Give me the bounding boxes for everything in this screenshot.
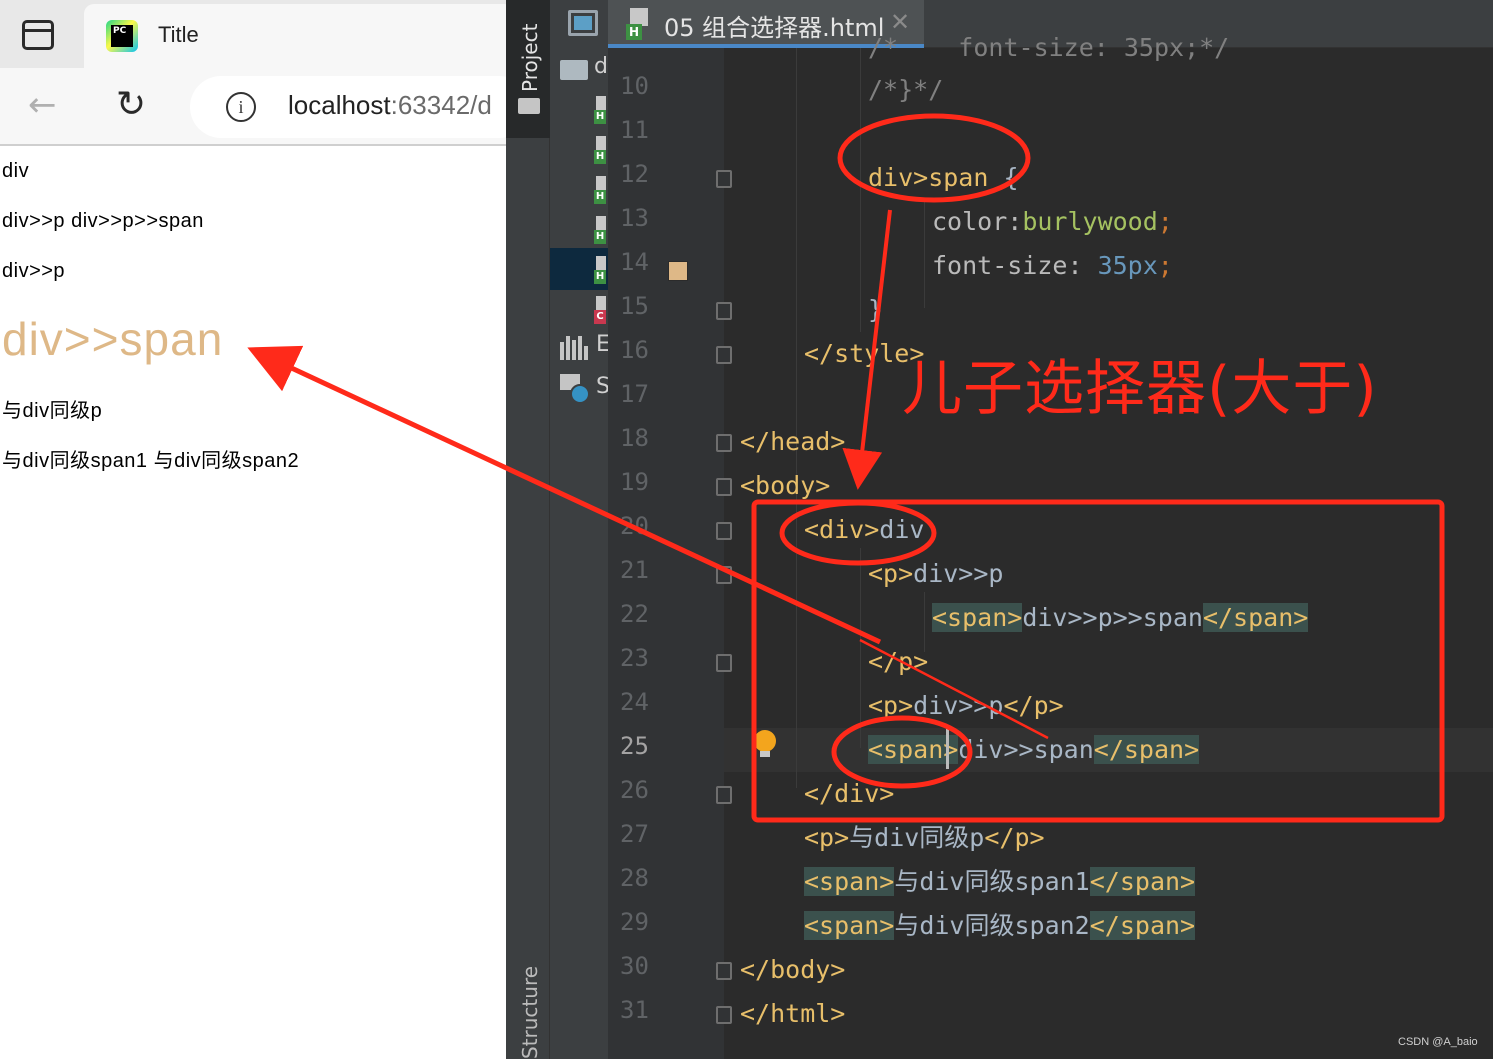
- page-line-div: div: [2, 160, 30, 182]
- editor-gutter: 10 11 12 13 14 15 16 17 18 19 20 21 22 2…: [608, 48, 732, 1059]
- indent-guide: [796, 48, 797, 788]
- line-number: 19: [620, 468, 649, 496]
- line-number: 29: [620, 908, 649, 936]
- code-line-13: color:burlywood;: [932, 207, 1173, 236]
- page-line-div-p: div>>p: [2, 260, 66, 282]
- panel-toggle-icon[interactable]: [568, 10, 598, 36]
- tool-window-structure-button[interactable]: Structure: [518, 966, 542, 1059]
- line-number: 26: [620, 776, 649, 804]
- tool-window-strip: Project Structure: [506, 0, 550, 1059]
- code-line-26: </div>: [804, 779, 895, 808]
- tool-window-project-label: Project: [518, 23, 542, 92]
- code-line-22: <span>div>>p>>span</span>: [932, 603, 1309, 632]
- code-line-24: <p>div>>p</p>: [868, 691, 1064, 720]
- color-swatch-burlywood[interactable]: [668, 261, 688, 281]
- html-file-icon[interactable]: H: [594, 136, 608, 166]
- code-line-18: </head>: [740, 427, 846, 456]
- url-text[interactable]: localhost:63342/d: [288, 90, 492, 121]
- indent-guide: [924, 198, 925, 308]
- ide-window: Project Structure d H H H H H C E S H 05…: [506, 0, 1493, 1059]
- line-number: 11: [620, 116, 649, 144]
- line-number: 23: [620, 644, 649, 672]
- css-file-icon[interactable]: C: [594, 296, 608, 326]
- line-number: 16: [620, 336, 649, 364]
- line-number: 13: [620, 204, 649, 232]
- code-line-31: </html>: [740, 999, 846, 1028]
- line-number: 15: [620, 292, 649, 320]
- browser-window: PC Title ← ↻ i localhost:63342/d div div…: [0, 0, 506, 1059]
- code-line-10: /*}*/: [868, 75, 944, 104]
- url-host: localhost: [288, 90, 391, 120]
- html-file-icon[interactable]: H: [594, 256, 608, 286]
- line-number: 20: [620, 512, 649, 540]
- annotation-label-child-selector: 儿子选择器(大于): [902, 354, 1378, 424]
- code-line-23: </p>: [868, 647, 929, 676]
- html-file-icon: H: [626, 8, 650, 40]
- line-number: 30: [620, 952, 649, 980]
- code-line-20: <div>div: [804, 515, 925, 544]
- page-line-sibling-p: 与div同级p: [2, 400, 103, 422]
- browser-tab[interactable]: PC Title: [84, 4, 506, 68]
- code-line-27: <p>与div同级p</p>: [804, 823, 1045, 852]
- sidebar-toggle-icon[interactable]: [22, 20, 54, 50]
- reload-icon[interactable]: ↻: [116, 86, 156, 124]
- code-line-28: <span>与div同级span1</span>: [804, 867, 1196, 896]
- line-number: 18: [620, 424, 649, 452]
- line-number: 10: [620, 72, 649, 100]
- browser-tab-bar: PC Title: [0, 0, 506, 68]
- line-number: 17: [620, 380, 649, 408]
- favicon-text: PC: [111, 25, 133, 47]
- watermark: CSDN @A_baio: [1398, 1036, 1478, 1048]
- page-line-div-p-span: div>>p div>>p>>span: [2, 210, 204, 232]
- html-file-icon[interactable]: H: [594, 176, 608, 206]
- page-line-div-span-styled: div>>span: [2, 313, 224, 365]
- html-file-icon[interactable]: H: [594, 96, 608, 126]
- line-number: 28: [620, 864, 649, 892]
- project-root-label[interactable]: d: [594, 54, 608, 79]
- tab-title: Title: [158, 22, 199, 47]
- folder-icon: [518, 98, 540, 114]
- line-number: 12: [620, 160, 649, 188]
- address-bar[interactable]: i localhost:63342/d: [190, 76, 506, 138]
- line-number: 31: [620, 996, 649, 1024]
- back-arrow-icon[interactable]: ←: [28, 88, 68, 122]
- pycharm-favicon-icon: PC: [106, 20, 138, 52]
- code-line-29: <span>与div同级span2</span>: [804, 911, 1196, 940]
- line-number: 21: [620, 556, 649, 584]
- url-rest: :63342/d: [390, 90, 492, 120]
- indent-guide: [860, 548, 861, 748]
- code-line-9: /* font-size: 35px;*/: [868, 33, 1230, 62]
- code-line-30: </body>: [740, 955, 846, 984]
- line-number: 22: [620, 600, 649, 628]
- folder-icon: [560, 60, 588, 80]
- tool-window-project-button[interactable]: Project: [506, 0, 550, 138]
- lightbulb-icon[interactable]: [754, 730, 776, 758]
- code-line-25: <span>div>>span</span>: [868, 735, 1200, 764]
- line-number-current: 25: [620, 732, 649, 760]
- project-tree: d H H H H H C E S: [550, 0, 610, 1059]
- code-line-14: font-size: 35px;: [932, 251, 1173, 280]
- line-number: 14: [620, 248, 649, 276]
- text-caret: [946, 729, 949, 769]
- editor-area: H 05 组合选择器.html ✕ 10 11 12 13 14 15 16 1…: [568, 0, 1493, 1059]
- code-editor[interactable]: /* font-size: 35px;*/ /*}*/ div>span { c…: [724, 33, 1493, 1059]
- page-line-sibling-spans: 与div同级span1 与div同级span2: [2, 450, 300, 472]
- editor-tab-label: 05 组合选择器.html: [664, 14, 885, 42]
- code-line-12: div>span {: [868, 163, 1019, 192]
- info-icon[interactable]: i: [226, 92, 256, 122]
- code-line-19: <body>: [740, 471, 831, 500]
- line-number: 27: [620, 820, 649, 848]
- scratches-icon: [560, 374, 590, 404]
- html-file-icon[interactable]: H: [594, 216, 608, 246]
- external-libraries-icon: [560, 336, 588, 360]
- rendered-page: div div>>p div>>p>>span div>>p div>>span…: [0, 146, 506, 1059]
- browser-toolbar: ← ↻ i localhost:63342/d: [0, 68, 506, 146]
- code-line-21: <p>div>>p: [868, 559, 1004, 588]
- code-line-15: }: [868, 295, 884, 324]
- indent-guide: [860, 48, 861, 332]
- line-number: 24: [620, 688, 649, 716]
